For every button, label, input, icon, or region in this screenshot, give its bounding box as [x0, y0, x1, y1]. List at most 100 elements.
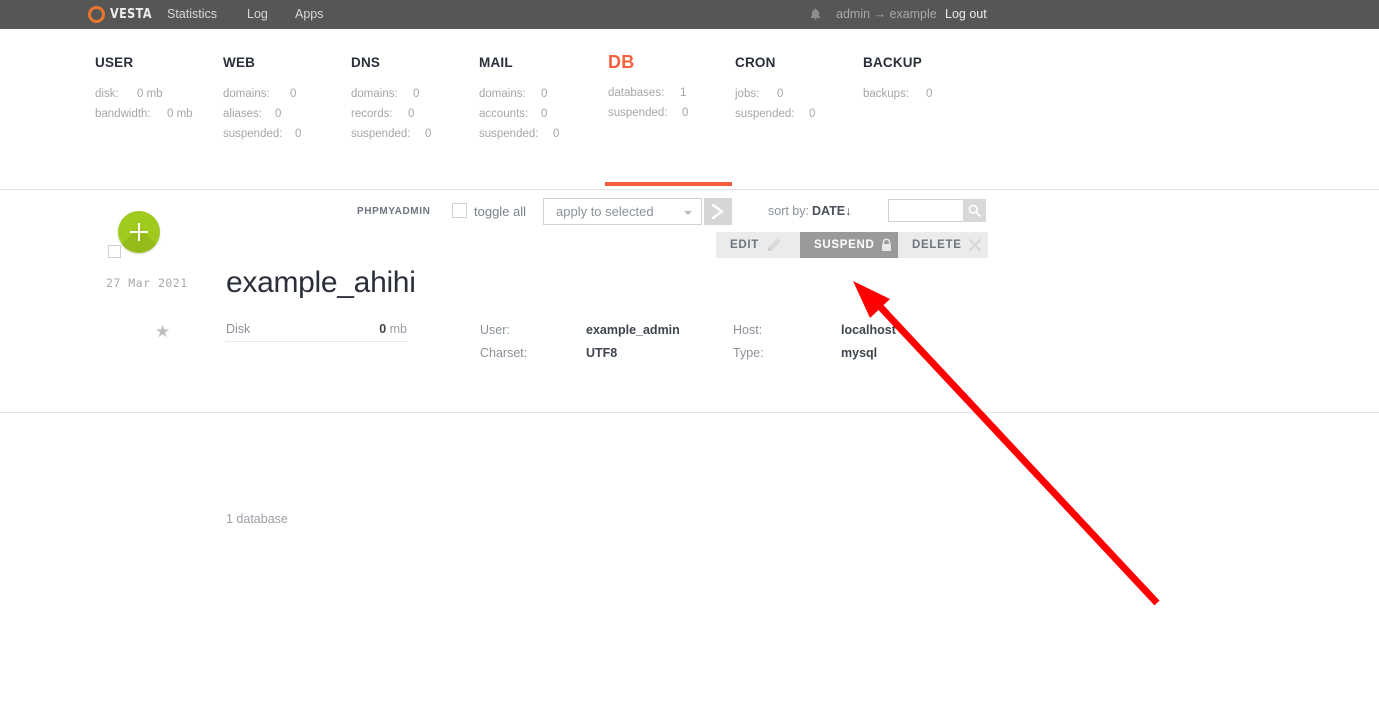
stat-row: jobs: 0	[735, 88, 794, 108]
bell-icon[interactable]	[810, 8, 821, 21]
vesta-logo-text: VESTA	[110, 7, 152, 22]
stat-row: accounts: 0	[479, 108, 547, 128]
field-host-value: localhost	[841, 323, 896, 337]
stat-row: backups: 0	[863, 88, 932, 108]
stat-key: suspended:	[223, 128, 283, 140]
stat-column-db: DB databases: 1 suspended: 0	[608, 52, 688, 127]
stat-key: bandwidth:	[95, 108, 151, 120]
edit-button[interactable]: EDIT	[716, 232, 800, 258]
stat-title-cron[interactable]: CRON	[735, 55, 794, 70]
stat-key: records:	[351, 108, 393, 120]
nav-item-statistics[interactable]: Statistics	[167, 7, 217, 21]
vesta-logo[interactable]: VESTA	[88, 4, 159, 25]
stat-value: 0	[413, 88, 420, 100]
phpmyadmin-link[interactable]: PHPMYADMIN	[357, 206, 430, 217]
stat-key: backups:	[863, 88, 910, 100]
lock-icon	[875, 238, 899, 252]
stat-row: records: 0	[351, 108, 414, 128]
toggle-all-checkbox[interactable]	[452, 203, 467, 218]
stat-value: 0	[408, 108, 415, 120]
apply-go-button[interactable]	[704, 198, 732, 225]
apply-to-selected-value: apply to selected	[556, 204, 654, 219]
field-charset-label: Charset:	[480, 346, 528, 360]
delete-button[interactable]: DELETE	[898, 232, 988, 258]
nav-item-log[interactable]: Log	[247, 7, 268, 21]
stat-value: 1	[680, 87, 687, 99]
stat-key: domains:	[223, 88, 270, 100]
record-date: 27 Mar 2021	[106, 276, 188, 290]
stat-key: suspended:	[479, 128, 539, 140]
stat-value: 0 mb	[137, 88, 163, 100]
stat-key: databases:	[608, 87, 665, 99]
stat-key: suspended:	[735, 108, 795, 120]
suspend-button-label: SUSPEND	[814, 239, 875, 251]
edit-button-label: EDIT	[730, 239, 759, 251]
star-icon[interactable]: ★	[155, 323, 170, 340]
logout-link[interactable]: Log out	[945, 7, 987, 21]
stat-key: domains:	[479, 88, 526, 100]
vesta-control-panel-page: VESTA Statistics Log Apps admin → exampl…	[0, 0, 1379, 726]
search-input[interactable]	[888, 199, 964, 222]
suspend-button[interactable]: SUSPEND	[800, 232, 898, 258]
stat-row: domains: 0	[479, 88, 547, 108]
stat-value: 0	[809, 108, 816, 120]
stat-key: suspended:	[351, 128, 411, 140]
field-host-label: Host:	[733, 323, 763, 337]
delete-button-label: DELETE	[912, 239, 962, 251]
sort-by-control[interactable]: sort by: DATE↓	[768, 204, 851, 218]
stat-title-db[interactable]: DB	[608, 52, 667, 73]
field-charset-value: UTF8	[586, 346, 618, 360]
stat-column-cron: CRON jobs: 0 suspended: 0	[735, 55, 815, 128]
field-type-label: Type:	[733, 346, 764, 360]
nav-item-apps[interactable]: Apps	[295, 7, 324, 21]
stat-title-dns[interactable]: DNS	[351, 55, 410, 70]
stat-key: accounts:	[479, 108, 529, 120]
stat-key: disk:	[95, 88, 119, 100]
disk-usage-field: Disk 0 mb	[226, 322, 407, 342]
plus-icon	[118, 211, 160, 253]
stat-value: 0 mb	[167, 108, 193, 120]
add-database-button[interactable]	[118, 211, 160, 253]
stat-value: 0	[275, 108, 282, 120]
vesta-ring-logo-icon	[88, 6, 105, 23]
field-type-value: mysql	[841, 346, 878, 360]
stat-column-dns: DNS domains: 0 records: 0 suspended: 0	[351, 55, 431, 148]
stat-column-user: USER disk: 0 mb bandwidth: 0 mb	[95, 55, 193, 128]
stat-value: 0	[541, 108, 548, 120]
stat-value: 0	[425, 128, 432, 140]
disk-number: 0	[379, 322, 387, 336]
sort-by-label: sort by:	[768, 204, 809, 218]
stat-row: domains: 0	[223, 88, 296, 108]
search-icon	[968, 204, 981, 217]
user-context-link[interactable]: admin → example	[836, 7, 937, 21]
stat-title-mail[interactable]: MAIL	[479, 55, 538, 70]
stat-value: 0	[553, 128, 560, 140]
search-button[interactable]	[963, 199, 986, 222]
active-tab-indicator	[605, 182, 732, 186]
field-user-value: example_admin	[586, 323, 680, 337]
field-user-label: User:	[480, 323, 510, 337]
top-navigation-bar: VESTA Statistics Log Apps admin → exampl…	[0, 0, 1379, 29]
close-icon	[962, 238, 988, 252]
toggle-all-label[interactable]: toggle all	[474, 204, 526, 219]
record-action-buttons: EDIT SUSPEND DELETE	[716, 232, 988, 258]
stat-row: suspended: 0	[223, 128, 301, 148]
list-toolbar: PHPMYADMIN toggle all apply to selected …	[0, 190, 1379, 232]
pencil-icon	[759, 238, 789, 252]
stat-value: 0	[926, 88, 933, 100]
disk-value: 0 mb	[379, 322, 407, 336]
stat-title-backup[interactable]: BACKUP	[863, 55, 922, 70]
stat-title-user[interactable]: USER	[95, 55, 151, 70]
stat-row: disk: 0 mb	[95, 88, 163, 108]
database-name[interactable]: example_ahihi	[226, 266, 416, 300]
record-count-label: 1 database	[226, 512, 288, 526]
chevron-right-icon	[712, 204, 724, 219]
stat-value: 0	[777, 88, 784, 100]
stat-row: domains: 0	[351, 88, 419, 108]
stat-row: suspended: 0	[735, 108, 815, 128]
stat-row: databases: 1	[608, 87, 686, 107]
stat-value: 0	[290, 88, 297, 100]
apply-to-selected-select[interactable]: apply to selected	[543, 198, 702, 225]
stat-row: suspended: 0	[479, 128, 559, 148]
stat-title-web[interactable]: WEB	[223, 55, 282, 70]
